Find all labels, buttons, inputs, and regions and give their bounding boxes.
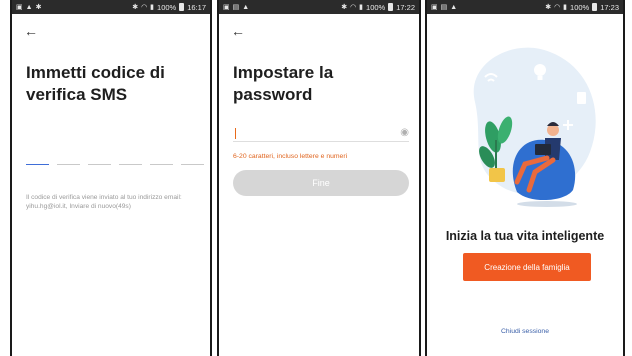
clock: 17:23: [600, 2, 619, 12]
wifi-icon: ◠: [141, 3, 148, 11]
password-input[interactable]: ◉: [233, 126, 409, 142]
battery-percent: 100%: [570, 2, 590, 12]
status-bar: ▣ ▲ ✱ ✱ ◠ ▮ 100% 16:17: [12, 0, 210, 14]
back-arrow-icon[interactable]: ←: [24, 24, 38, 38]
warning-icon: ▲: [242, 3, 250, 11]
warning-icon: ▲: [25, 3, 33, 11]
back-arrow-icon[interactable]: ←: [231, 24, 245, 38]
sms-verification-screen: ▣ ▲ ✱ ✱ ◠ ▮ 100% 16:17 ← Immetti codice …: [10, 0, 212, 356]
welcome-screen: ▣ ▤ ▲ ✱ ◠ ▮ 100% 17:23 Inizia la tua vit…: [425, 0, 625, 356]
code-cell[interactable]: [119, 164, 142, 165]
clock: 16:17: [187, 2, 206, 12]
card-shape: [577, 92, 586, 104]
page-title: Impostare la password: [233, 63, 334, 104]
battery-icon: [592, 3, 598, 11]
battery-icon: [179, 3, 185, 11]
gallery-icon: ▤: [440, 3, 448, 11]
image-icon: ▣: [223, 3, 230, 11]
create-family-button[interactable]: Creazione della famiglia: [463, 253, 591, 281]
image-icon: ▣: [16, 3, 23, 11]
floor-shadow: [517, 201, 577, 207]
signal-icon: ▮: [150, 3, 155, 11]
signal-icon: ▮: [359, 3, 364, 11]
image-icon: ▣: [431, 3, 438, 11]
wifi-icon: ◠: [350, 3, 357, 11]
text-caret: [235, 128, 236, 139]
code-cell[interactable]: [26, 164, 49, 165]
logout-link[interactable]: Chiudi sessione: [427, 328, 623, 335]
smart-life-illustration: [473, 47, 596, 207]
wifi-icon: ◠: [554, 3, 561, 11]
bluetooth-icon: ✱: [545, 3, 552, 11]
status-bar: ▣ ▤ ▲ ✱ ◠ ▮ 100% 17:23: [427, 0, 623, 14]
battery-icon: [388, 3, 394, 11]
verification-code-input[interactable]: [26, 164, 204, 165]
status-bar: ▣ ▤ ▲ ✱ ◠ ▮ 100% 17:22: [219, 0, 419, 14]
battery-percent: 100%: [157, 2, 177, 12]
code-cell[interactable]: [57, 164, 80, 165]
settings-icon: ✱: [35, 3, 42, 11]
clock: 17:22: [396, 2, 415, 12]
gallery-icon: ▤: [232, 3, 240, 11]
eye-icon[interactable]: ◉: [400, 127, 409, 138]
verification-hint[interactable]: Il codice di verifica viene inviato al t…: [26, 193, 210, 211]
password-hint: 6-20 caratteri, incluso lettere e numeri: [233, 153, 348, 160]
done-button[interactable]: Fine: [233, 170, 409, 196]
code-cell[interactable]: [181, 164, 204, 165]
signal-icon: ▮: [563, 3, 568, 11]
set-password-screen: ▣ ▤ ▲ ✱ ◠ ▮ 100% 17:22 ← Impostare la pa…: [217, 0, 421, 356]
bluetooth-icon: ✱: [341, 3, 348, 11]
battery-percent: 100%: [366, 2, 386, 12]
code-cell[interactable]: [150, 164, 173, 165]
welcome-title: Inizia la tua vita inteligente: [445, 229, 605, 243]
bluetooth-icon: ✱: [132, 3, 139, 11]
code-cell[interactable]: [88, 164, 111, 165]
warning-icon: ▲: [450, 3, 458, 11]
page-title: Immetti codice di verifica SMS: [26, 63, 165, 104]
